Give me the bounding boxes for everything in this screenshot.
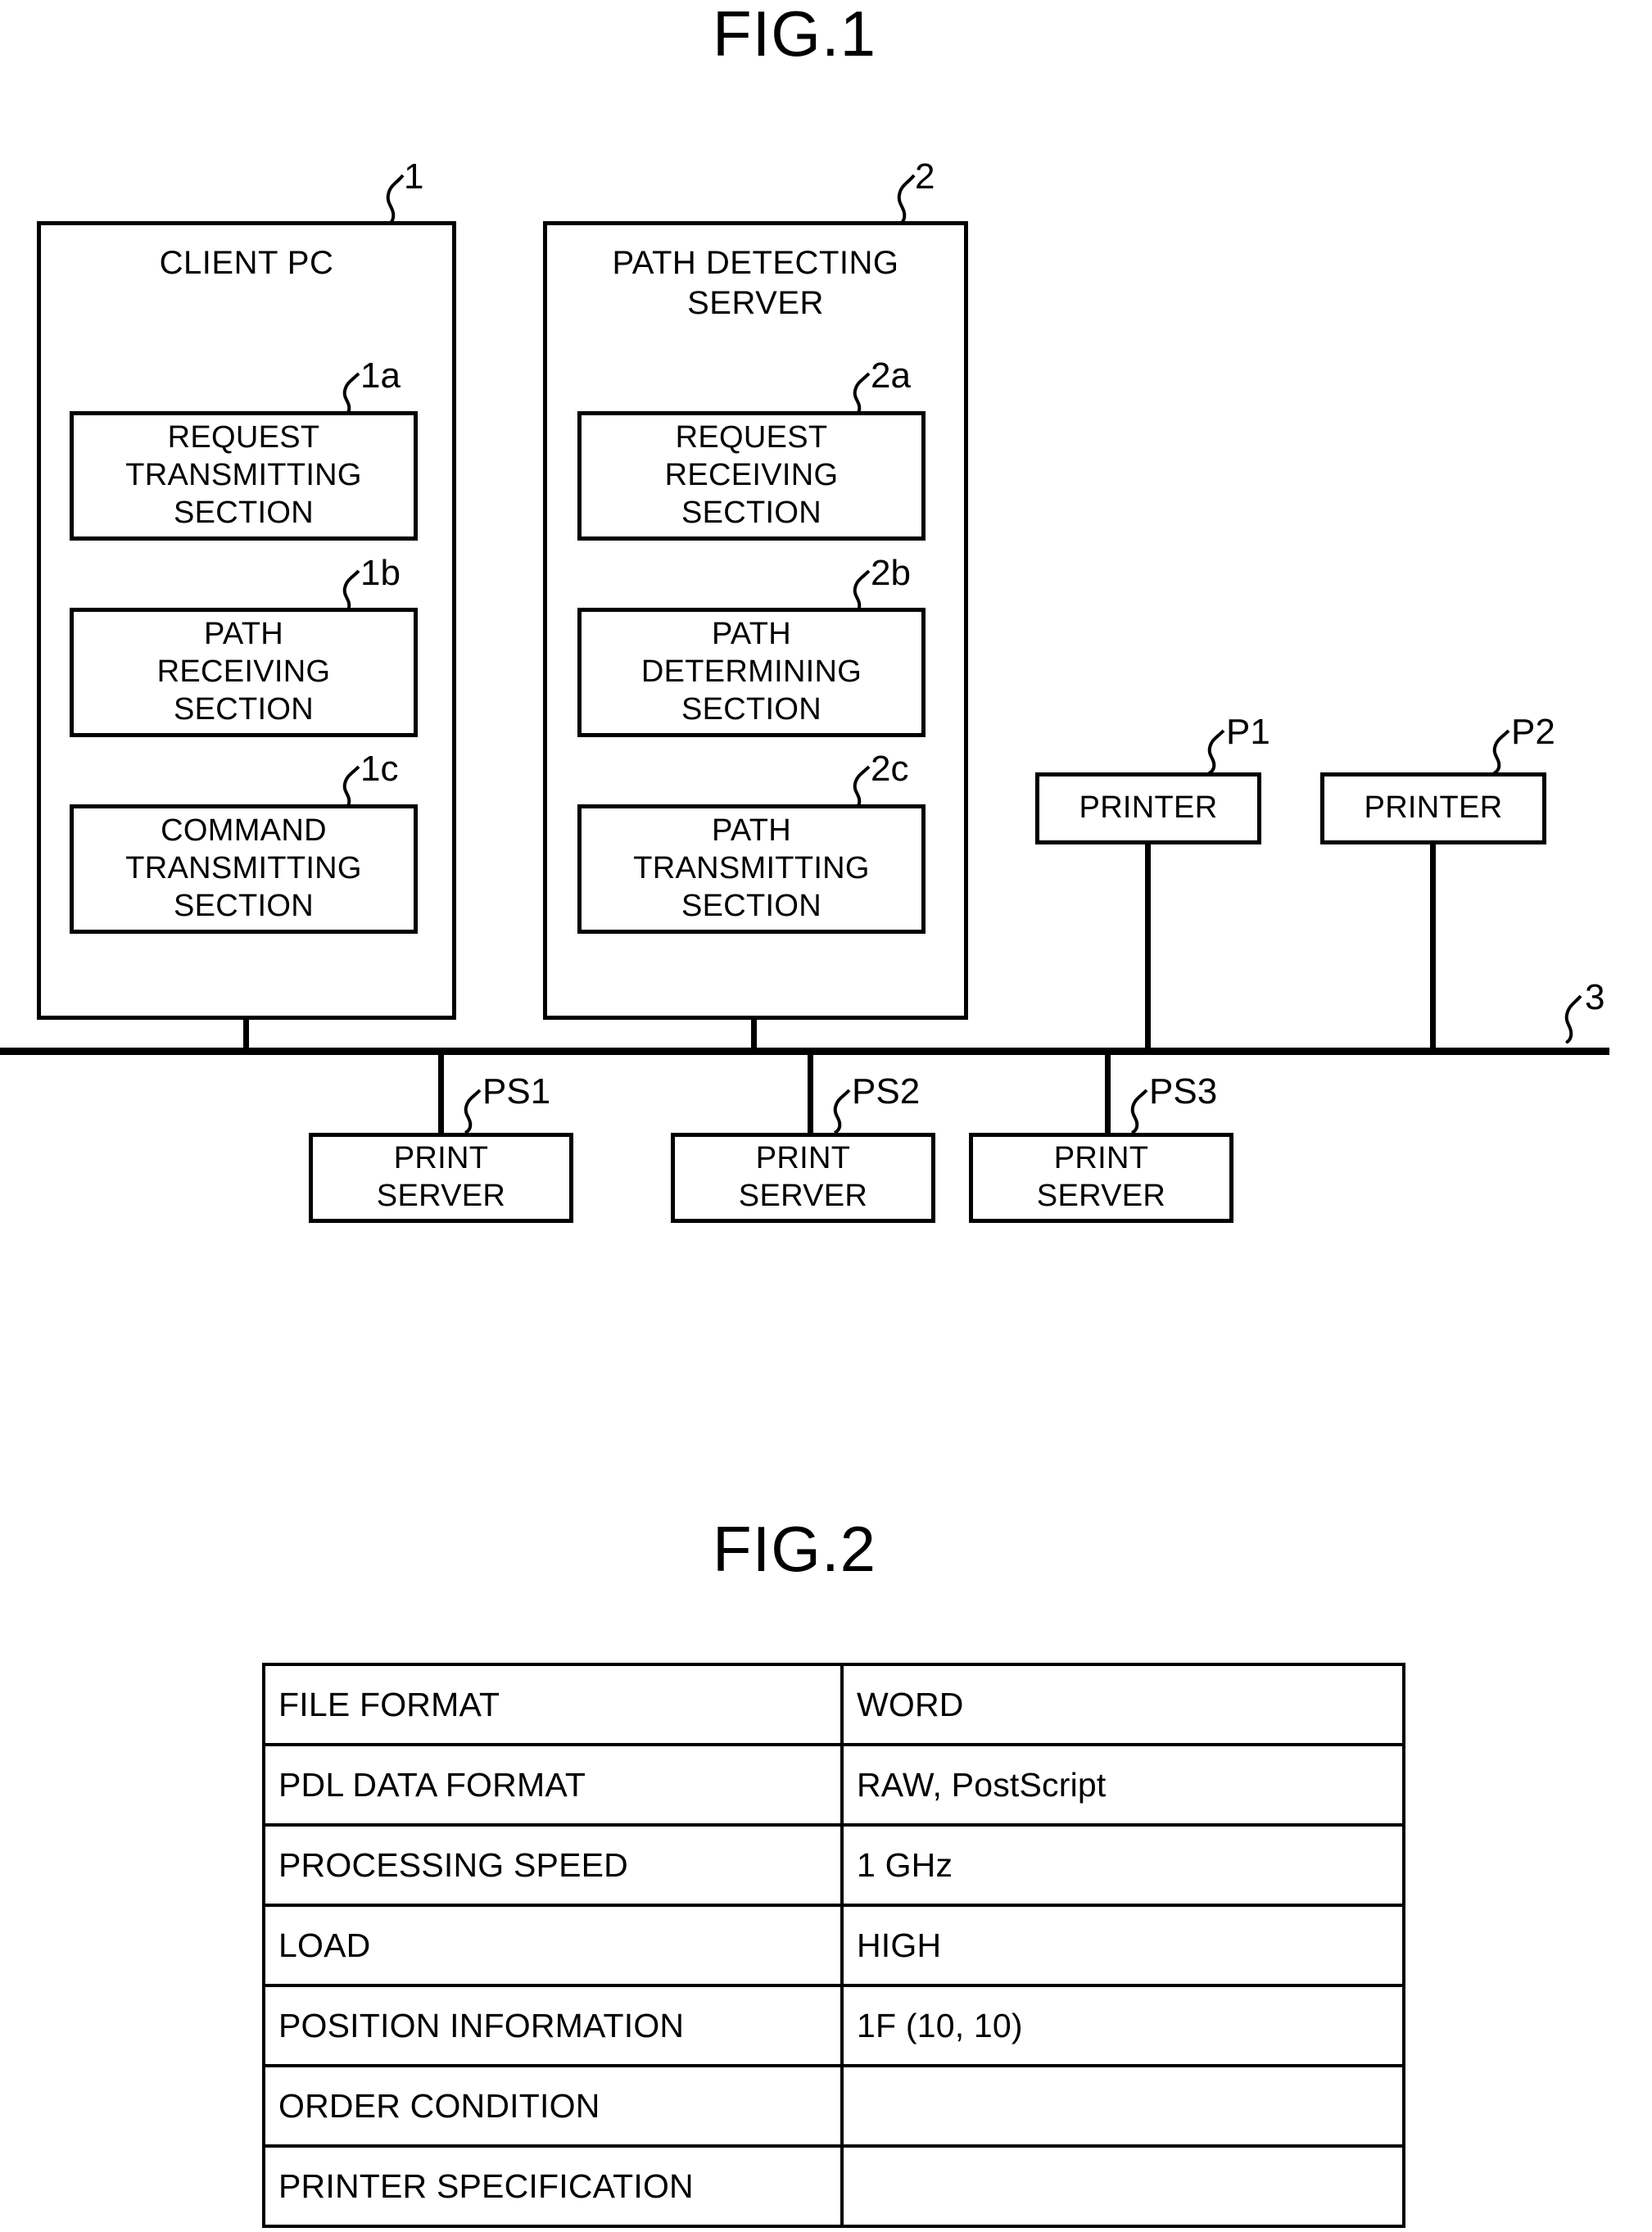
module-2a-line1: REQUEST [675, 420, 828, 455]
spec-value-pdl-data-format: RAW, PostScript [840, 1743, 1405, 1827]
table-row: ORDER CONDITION [262, 2064, 1405, 2148]
table-row: LOAD HIGH [262, 1904, 1405, 1987]
ref-hook-ps2-icon [833, 1089, 851, 1133]
ref-hook-1a-icon [342, 372, 360, 416]
print-server-ps1-line1: PRINT [393, 1141, 489, 1176]
ref-label-p1: P1 [1226, 712, 1270, 752]
module-2a-line3: SECTION [681, 495, 821, 530]
print-server-ps3-connector [1105, 1055, 1111, 1133]
module-2c-line2: TRANSMITTING [633, 851, 870, 886]
module-1b-line1: PATH [204, 617, 283, 652]
ref-label-2c: 2c [871, 749, 909, 789]
table-row: PROCESSING SPEED 1 GHz [262, 1823, 1405, 1907]
ref-hook-3-icon [1564, 994, 1582, 1044]
fig1-title: FIG.1 [712, 0, 877, 70]
ref-hook-1c-icon [342, 765, 360, 809]
spec-key-file-format: FILE FORMAT [262, 1663, 844, 1746]
print-server-ps3-line2: SERVER [1036, 1179, 1166, 1213]
spec-value-printer-specification [840, 2144, 1405, 2228]
ref-hook-p2-icon [1492, 729, 1510, 773]
ref-hook-1-icon [386, 174, 405, 225]
module-request-receiving-section: REQUEST RECEIVING SECTION [577, 411, 926, 541]
printer-p1-label: PRINTER [1079, 790, 1218, 826]
print-server-ps3-line1: PRINT [1053, 1141, 1149, 1176]
ref-hook-ps1-icon [464, 1089, 482, 1133]
print-server-ps1-line2: SERVER [376, 1179, 506, 1213]
path-detecting-server-title: PATH DETECTING SERVER [547, 243, 964, 324]
printer-p1-connector [1145, 844, 1151, 1051]
ref-label-ps2: PS2 [852, 1071, 921, 1111]
module-1b-line3: SECTION [173, 691, 314, 727]
ref-hook-2-icon [897, 174, 916, 225]
print-server-ps1-connector [438, 1055, 444, 1133]
module-1a-line3: SECTION [173, 495, 314, 530]
ref-label-1b: 1b [360, 553, 401, 593]
client-pc-title: CLIENT PC [159, 245, 334, 281]
spec-key-position-information: POSITION INFORMATION [262, 1984, 844, 2067]
module-command-transmitting-section: COMMAND TRANSMITTING SECTION [70, 804, 418, 934]
module-1b-line2: RECEIVING [156, 654, 331, 690]
printer-spec-table: FILE FORMAT WORD PDL DATA FORMAT RAW, Po… [262, 1663, 1405, 2228]
module-1c-line3: SECTION [173, 888, 314, 923]
fig2-title: FIG.2 [712, 1513, 877, 1585]
ref-hook-p1-icon [1207, 729, 1225, 773]
print-server-ps1: PRINT SERVER [309, 1133, 573, 1223]
module-2a-line2: RECEIVING [664, 458, 839, 493]
ref-label-ps1: PS1 [482, 1071, 551, 1111]
ref-label-ps3: PS3 [1149, 1071, 1218, 1111]
module-path-transmitting-section: PATH TRANSMITTING SECTION [577, 804, 926, 934]
print-server-ps2-connector [808, 1055, 813, 1133]
table-row: POSITION INFORMATION 1F (10, 10) [262, 1984, 1405, 2067]
ref-label-2b: 2b [871, 553, 911, 593]
ref-label-2a: 2a [871, 355, 911, 396]
spec-key-pdl-data-format: PDL DATA FORMAT [262, 1743, 844, 1827]
module-2b-line1: PATH [712, 617, 791, 652]
print-server-ps2: PRINT SERVER [671, 1133, 935, 1223]
print-server-ps2-line1: PRINT [755, 1141, 851, 1176]
spec-key-printer-specification: PRINTER SPECIFICATION [262, 2144, 844, 2228]
ref-hook-2c-icon [853, 765, 871, 809]
table-row: FILE FORMAT WORD [262, 1663, 1405, 1746]
ref-hook-2b-icon [853, 569, 871, 613]
module-1c-line1: COMMAND [161, 813, 327, 849]
path-detecting-server-title-line1: PATH DETECTING [612, 245, 899, 281]
ref-hook-2a-icon [853, 372, 871, 416]
printer-spec-table-body: FILE FORMAT WORD PDL DATA FORMAT RAW, Po… [262, 1663, 1405, 2228]
spec-value-order-condition [840, 2064, 1405, 2148]
printer-p2-label: PRINTER [1364, 790, 1503, 826]
module-request-transmitting-section: REQUEST TRANSMITTING SECTION [70, 411, 418, 541]
table-row: PRINTER SPECIFICATION [262, 2144, 1405, 2228]
module-2b-line3: SECTION [681, 691, 821, 727]
module-path-receiving-section: PATH RECEIVING SECTION [70, 608, 418, 737]
module-1a-line1: REQUEST [167, 420, 320, 455]
module-2b-line2: DETERMINING [640, 654, 862, 690]
network-bus [0, 1048, 1609, 1055]
ref-hook-1b-icon [342, 569, 360, 613]
spec-value-position-information: 1F (10, 10) [840, 1984, 1405, 2067]
ref-hook-ps3-icon [1130, 1089, 1148, 1133]
module-1a-line2: TRANSMITTING [125, 458, 362, 493]
printer-p1: PRINTER [1035, 772, 1261, 844]
spec-value-load: HIGH [840, 1904, 1405, 1987]
patent-drawing-page: FIG.1 1 CLIENT PC 1a REQUEST TRANSMITTIN… [0, 0, 1652, 2232]
module-2c-line3: SECTION [681, 888, 821, 923]
module-1c-line2: TRANSMITTING [125, 851, 362, 886]
module-path-determining-section: PATH DETERMINING SECTION [577, 608, 926, 737]
spec-key-order-condition: ORDER CONDITION [262, 2064, 844, 2148]
print-server-ps3: PRINT SERVER [969, 1133, 1233, 1223]
table-row: PDL DATA FORMAT RAW, PostScript [262, 1743, 1405, 1827]
ref-label-p2: P2 [1511, 712, 1555, 752]
spec-value-file-format: WORD [840, 1663, 1405, 1746]
print-server-ps2-line2: SERVER [738, 1179, 868, 1213]
printer-p2-connector [1430, 844, 1436, 1051]
printer-p2: PRINTER [1320, 772, 1546, 844]
spec-value-processing-speed: 1 GHz [840, 1823, 1405, 1907]
module-2c-line1: PATH [712, 813, 791, 849]
ref-label-1a: 1a [360, 355, 401, 396]
spec-key-load: LOAD [262, 1904, 844, 1987]
spec-key-processing-speed: PROCESSING SPEED [262, 1823, 844, 1907]
ref-label-1c: 1c [360, 749, 399, 789]
path-detecting-server-title-line2: SERVER [687, 284, 824, 321]
